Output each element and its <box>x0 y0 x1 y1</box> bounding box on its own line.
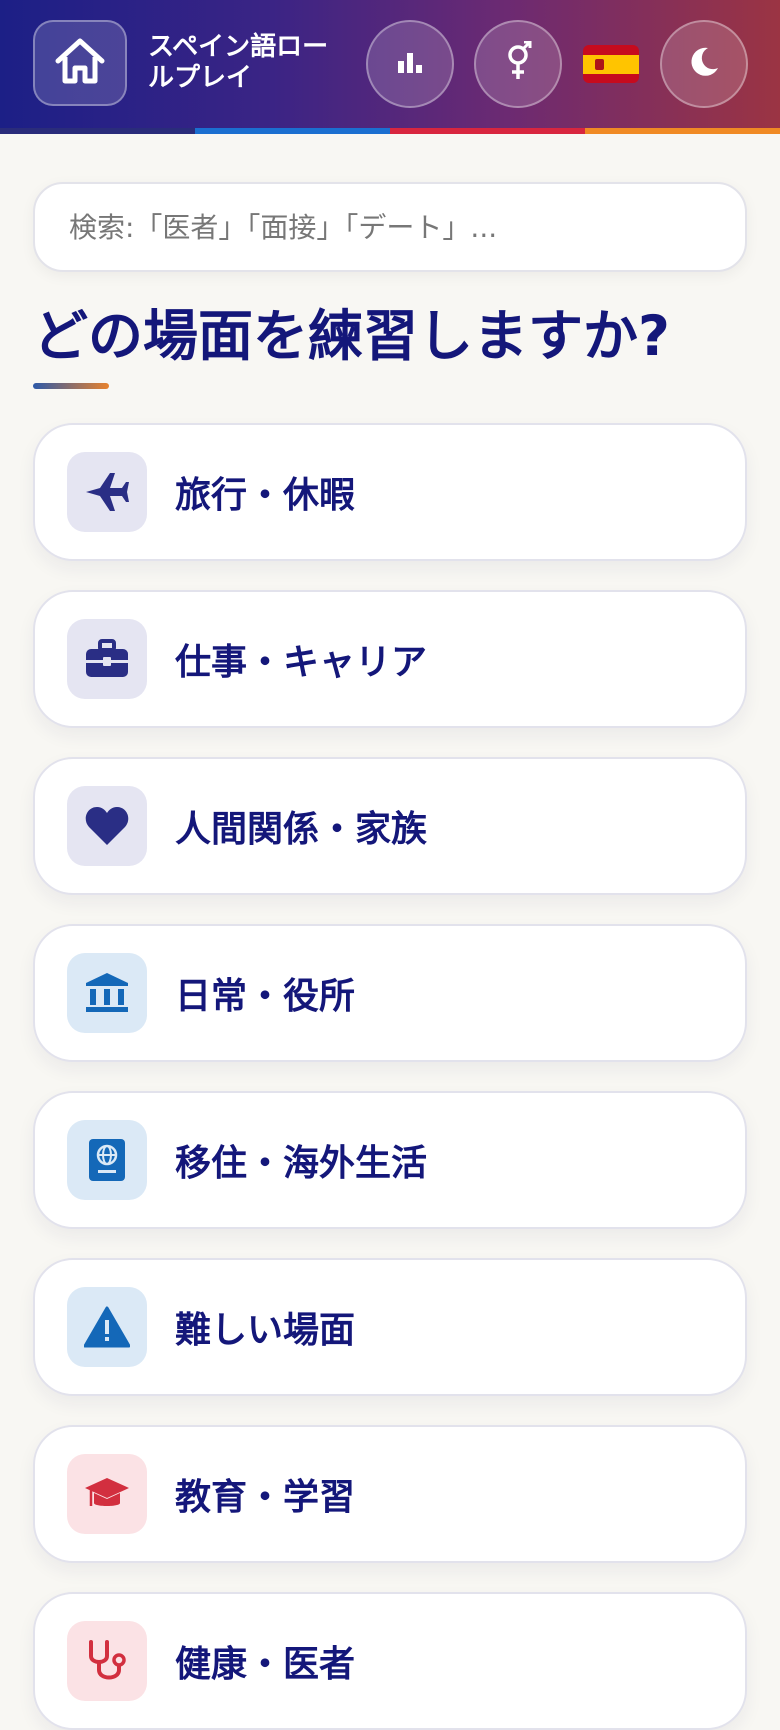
passport-icon <box>67 1120 147 1200</box>
category-label: 仕事・キャリア <box>175 642 428 683</box>
stethoscope-icon <box>67 1621 147 1701</box>
home-button[interactable] <box>33 20 127 106</box>
category-label: 日常・役所 <box>175 976 356 1017</box>
category-card-daily[interactable]: 日常・役所 <box>33 924 747 1062</box>
category-card-health[interactable]: 健康・医者 <box>33 1592 747 1730</box>
page-heading: どの場面を練習しますか? <box>33 304 670 368</box>
header-stripe <box>0 128 780 134</box>
app-title: スペイン語ロールプレイ <box>148 32 329 93</box>
stats-button[interactable] <box>366 20 454 108</box>
category-label: 教育・学習 <box>175 1477 356 1518</box>
app-header: スペイン語ロールプレイ <box>0 0 780 128</box>
category-card-education[interactable]: 教育・学習 <box>33 1425 747 1563</box>
gender-button[interactable] <box>474 20 562 108</box>
heart-icon <box>67 786 147 866</box>
search-input[interactable] <box>67 209 711 245</box>
category-label: 旅行・休暇 <box>175 475 356 516</box>
category-card-travel[interactable]: 旅行・休暇 <box>33 423 747 561</box>
warning-icon <box>67 1287 147 1367</box>
category-card-work[interactable]: 仕事・キャリア <box>33 590 747 728</box>
theme-toggle-button[interactable] <box>660 20 748 108</box>
moon-icon <box>686 44 722 84</box>
bar-chart-icon <box>395 49 425 79</box>
category-card-relationships[interactable]: 人間関係・家族 <box>33 757 747 895</box>
spain-flag-icon[interactable] <box>583 45 639 83</box>
category-label: 人間関係・家族 <box>175 809 428 850</box>
category-card-difficult[interactable]: 難しい場面 <box>33 1258 747 1396</box>
landmark-icon <box>67 953 147 1033</box>
category-label: 移住・海外生活 <box>175 1143 428 1184</box>
category-label: 難しい場面 <box>175 1310 356 1351</box>
briefcase-icon <box>67 619 147 699</box>
category-card-moving[interactable]: 移住・海外生活 <box>33 1091 747 1229</box>
category-label: 健康・医者 <box>175 1644 356 1685</box>
search-bar[interactable] <box>33 182 747 272</box>
heading-underline <box>33 383 109 389</box>
graduation-cap-icon <box>67 1454 147 1534</box>
airplane-icon <box>67 452 147 532</box>
home-icon <box>53 36 107 90</box>
gender-icon <box>503 40 533 87</box>
